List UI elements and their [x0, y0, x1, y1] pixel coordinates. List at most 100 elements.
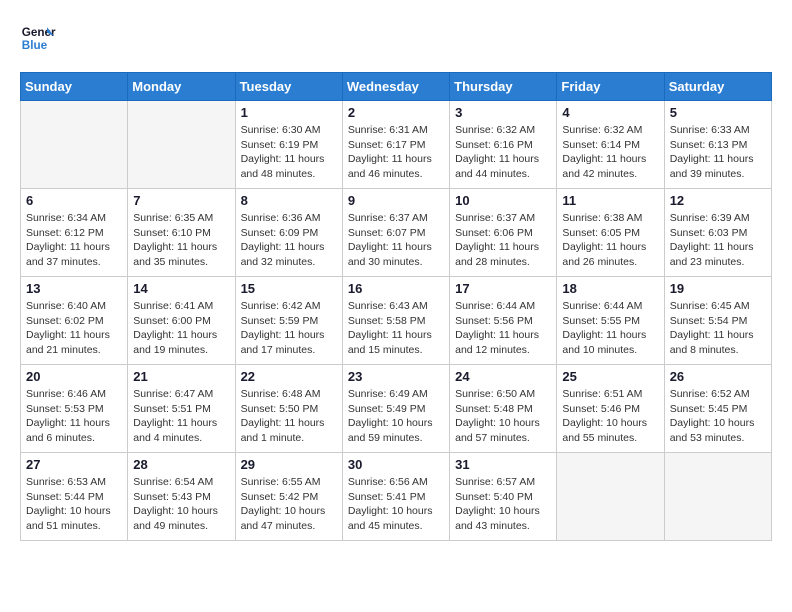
calendar-cell: 20 Sunrise: 6:46 AM Sunset: 5:53 PM Dayli…: [21, 365, 128, 453]
page-header: General Blue: [20, 20, 772, 56]
calendar-cell: 25 Sunrise: 6:51 AM Sunset: 5:46 PM Dayli…: [557, 365, 664, 453]
day-number: 20: [26, 369, 122, 384]
day-number: 30: [348, 457, 444, 472]
calendar-cell: [21, 101, 128, 189]
calendar-cell: 28 Sunrise: 6:54 AM Sunset: 5:43 PM Dayli…: [128, 453, 235, 541]
day-info: Sunrise: 6:56 AM Sunset: 5:41 PM Dayligh…: [348, 475, 444, 534]
calendar-cell: 5Sunrise: 6:33 AM Sunset: 6:13 PM Daylig…: [664, 101, 771, 189]
calendar-cell: 17Sunrise: 6:44 AM Sunset: 5:56 PM Dayli…: [450, 277, 557, 365]
calendar-cell: 21 Sunrise: 6:47 AM Sunset: 5:51 PM Dayli…: [128, 365, 235, 453]
day-number: 18: [562, 281, 658, 296]
day-info: Sunrise: 6:33 AM Sunset: 6:13 PM Dayligh…: [670, 123, 766, 182]
day-info: Sunrise: 6:48 AM Sunset: 5:50 PM Dayligh…: [241, 387, 337, 446]
weekday-header: Friday: [557, 73, 664, 101]
weekday-header: Sunday: [21, 73, 128, 101]
day-info: Sunrise: 6:57 AM Sunset: 5:40 PM Dayligh…: [455, 475, 551, 534]
calendar-cell: 12 Sunrise: 6:39 AM Sunset: 6:03 PM Dayli…: [664, 189, 771, 277]
weekday-header: Monday: [128, 73, 235, 101]
day-info: Sunrise: 6:44 AM Sunset: 5:55 PM Dayligh…: [562, 299, 658, 358]
day-info: Sunrise: 6:47 AM Sunset: 5:51 PM Dayligh…: [133, 387, 229, 446]
day-info: Sunrise: 6:54 AM Sunset: 5:43 PM Dayligh…: [133, 475, 229, 534]
calendar-cell: 7 Sunrise: 6:35 AM Sunset: 6:10 PM Daylig…: [128, 189, 235, 277]
calendar-header: SundayMondayTuesdayWednesdayThursdayFrid…: [21, 73, 772, 101]
day-number: 28: [133, 457, 229, 472]
day-info: Sunrise: 6:43 AM Sunset: 5:58 PM Dayligh…: [348, 299, 444, 358]
logo-icon: General Blue: [20, 20, 56, 56]
calendar-cell: 2 Sunrise: 6:31 AM Sunset: 6:17 PM Daylig…: [342, 101, 449, 189]
day-number: 11: [562, 193, 658, 208]
calendar-cell: 24Sunrise: 6:50 AM Sunset: 5:48 PM Dayli…: [450, 365, 557, 453]
calendar-cell: 31 Sunrise: 6:57 AM Sunset: 5:40 PM Dayli…: [450, 453, 557, 541]
day-info: Sunrise: 6:51 AM Sunset: 5:46 PM Dayligh…: [562, 387, 658, 446]
calendar-cell: 13 Sunrise: 6:40 AM Sunset: 6:02 PM Dayli…: [21, 277, 128, 365]
calendar-cell: 26 Sunrise: 6:52 AM Sunset: 5:45 PM Dayli…: [664, 365, 771, 453]
calendar-cell: [664, 453, 771, 541]
calendar-cell: [557, 453, 664, 541]
day-info: Sunrise: 6:34 AM Sunset: 6:12 PM Dayligh…: [26, 211, 122, 270]
day-info: Sunrise: 6:42 AM Sunset: 5:59 PM Dayligh…: [241, 299, 337, 358]
calendar-cell: 3 Sunrise: 6:32 AM Sunset: 6:16 PM Daylig…: [450, 101, 557, 189]
day-info: Sunrise: 6:32 AM Sunset: 6:16 PM Dayligh…: [455, 123, 551, 182]
day-info: Sunrise: 6:52 AM Sunset: 5:45 PM Dayligh…: [670, 387, 766, 446]
day-info: Sunrise: 6:35 AM Sunset: 6:10 PM Dayligh…: [133, 211, 229, 270]
day-info: Sunrise: 6:36 AM Sunset: 6:09 PM Dayligh…: [241, 211, 337, 270]
day-number: 25: [562, 369, 658, 384]
day-number: 23: [348, 369, 444, 384]
calendar-cell: 8Sunrise: 6:36 AM Sunset: 6:09 PM Daylig…: [235, 189, 342, 277]
calendar-table: SundayMondayTuesdayWednesdayThursdayFrid…: [20, 72, 772, 541]
svg-text:Blue: Blue: [22, 39, 48, 52]
weekday-header: Wednesday: [342, 73, 449, 101]
day-info: Sunrise: 6:30 AM Sunset: 6:19 PM Dayligh…: [241, 123, 337, 182]
day-info: Sunrise: 6:31 AM Sunset: 6:17 PM Dayligh…: [348, 123, 444, 182]
day-number: 15: [241, 281, 337, 296]
calendar-cell: 11 Sunrise: 6:38 AM Sunset: 6:05 PM Dayli…: [557, 189, 664, 277]
day-number: 6: [26, 193, 122, 208]
day-info: Sunrise: 6:32 AM Sunset: 6:14 PM Dayligh…: [562, 123, 658, 182]
day-number: 10: [455, 193, 551, 208]
calendar-cell: 29Sunrise: 6:55 AM Sunset: 5:42 PM Dayli…: [235, 453, 342, 541]
day-info: Sunrise: 6:45 AM Sunset: 5:54 PM Dayligh…: [670, 299, 766, 358]
day-info: Sunrise: 6:49 AM Sunset: 5:49 PM Dayligh…: [348, 387, 444, 446]
day-info: Sunrise: 6:37 AM Sunset: 6:06 PM Dayligh…: [455, 211, 551, 270]
calendar-cell: 9 Sunrise: 6:37 AM Sunset: 6:07 PM Daylig…: [342, 189, 449, 277]
calendar-cell: 6 Sunrise: 6:34 AM Sunset: 6:12 PM Daylig…: [21, 189, 128, 277]
day-number: 9: [348, 193, 444, 208]
day-number: 26: [670, 369, 766, 384]
calendar-cell: 19Sunrise: 6:45 AM Sunset: 5:54 PM Dayli…: [664, 277, 771, 365]
calendar-cell: [128, 101, 235, 189]
day-number: 27: [26, 457, 122, 472]
day-number: 21: [133, 369, 229, 384]
day-info: Sunrise: 6:50 AM Sunset: 5:48 PM Dayligh…: [455, 387, 551, 446]
day-number: 2: [348, 105, 444, 120]
calendar-cell: 14 Sunrise: 6:41 AM Sunset: 6:00 PM Dayli…: [128, 277, 235, 365]
calendar-cell: 10 Sunrise: 6:37 AM Sunset: 6:06 PM Dayli…: [450, 189, 557, 277]
day-number: 17: [455, 281, 551, 296]
day-info: Sunrise: 6:37 AM Sunset: 6:07 PM Dayligh…: [348, 211, 444, 270]
calendar-cell: 30 Sunrise: 6:56 AM Sunset: 5:41 PM Dayli…: [342, 453, 449, 541]
calendar-cell: 23 Sunrise: 6:49 AM Sunset: 5:49 PM Dayli…: [342, 365, 449, 453]
day-info: Sunrise: 6:53 AM Sunset: 5:44 PM Dayligh…: [26, 475, 122, 534]
calendar-cell: 18 Sunrise: 6:44 AM Sunset: 5:55 PM Dayli…: [557, 277, 664, 365]
calendar-cell: 15 Sunrise: 6:42 AM Sunset: 5:59 PM Dayli…: [235, 277, 342, 365]
day-info: Sunrise: 6:40 AM Sunset: 6:02 PM Dayligh…: [26, 299, 122, 358]
day-info: Sunrise: 6:38 AM Sunset: 6:05 PM Dayligh…: [562, 211, 658, 270]
day-number: 13: [26, 281, 122, 296]
logo: General Blue: [20, 20, 60, 56]
day-number: 4: [562, 105, 658, 120]
day-number: 22: [241, 369, 337, 384]
day-info: Sunrise: 6:46 AM Sunset: 5:53 PM Dayligh…: [26, 387, 122, 446]
weekday-header: Tuesday: [235, 73, 342, 101]
weekday-header: Saturday: [664, 73, 771, 101]
day-number: 31: [455, 457, 551, 472]
calendar-cell: 16 Sunrise: 6:43 AM Sunset: 5:58 PM Dayli…: [342, 277, 449, 365]
calendar-cell: 27 Sunrise: 6:53 AM Sunset: 5:44 PM Dayli…: [21, 453, 128, 541]
day-number: 14: [133, 281, 229, 296]
day-info: Sunrise: 6:41 AM Sunset: 6:00 PM Dayligh…: [133, 299, 229, 358]
day-number: 1: [241, 105, 337, 120]
day-number: 16: [348, 281, 444, 296]
day-number: 12: [670, 193, 766, 208]
day-number: 3: [455, 105, 551, 120]
day-number: 7: [133, 193, 229, 208]
day-number: 29: [241, 457, 337, 472]
day-info: Sunrise: 6:39 AM Sunset: 6:03 PM Dayligh…: [670, 211, 766, 270]
